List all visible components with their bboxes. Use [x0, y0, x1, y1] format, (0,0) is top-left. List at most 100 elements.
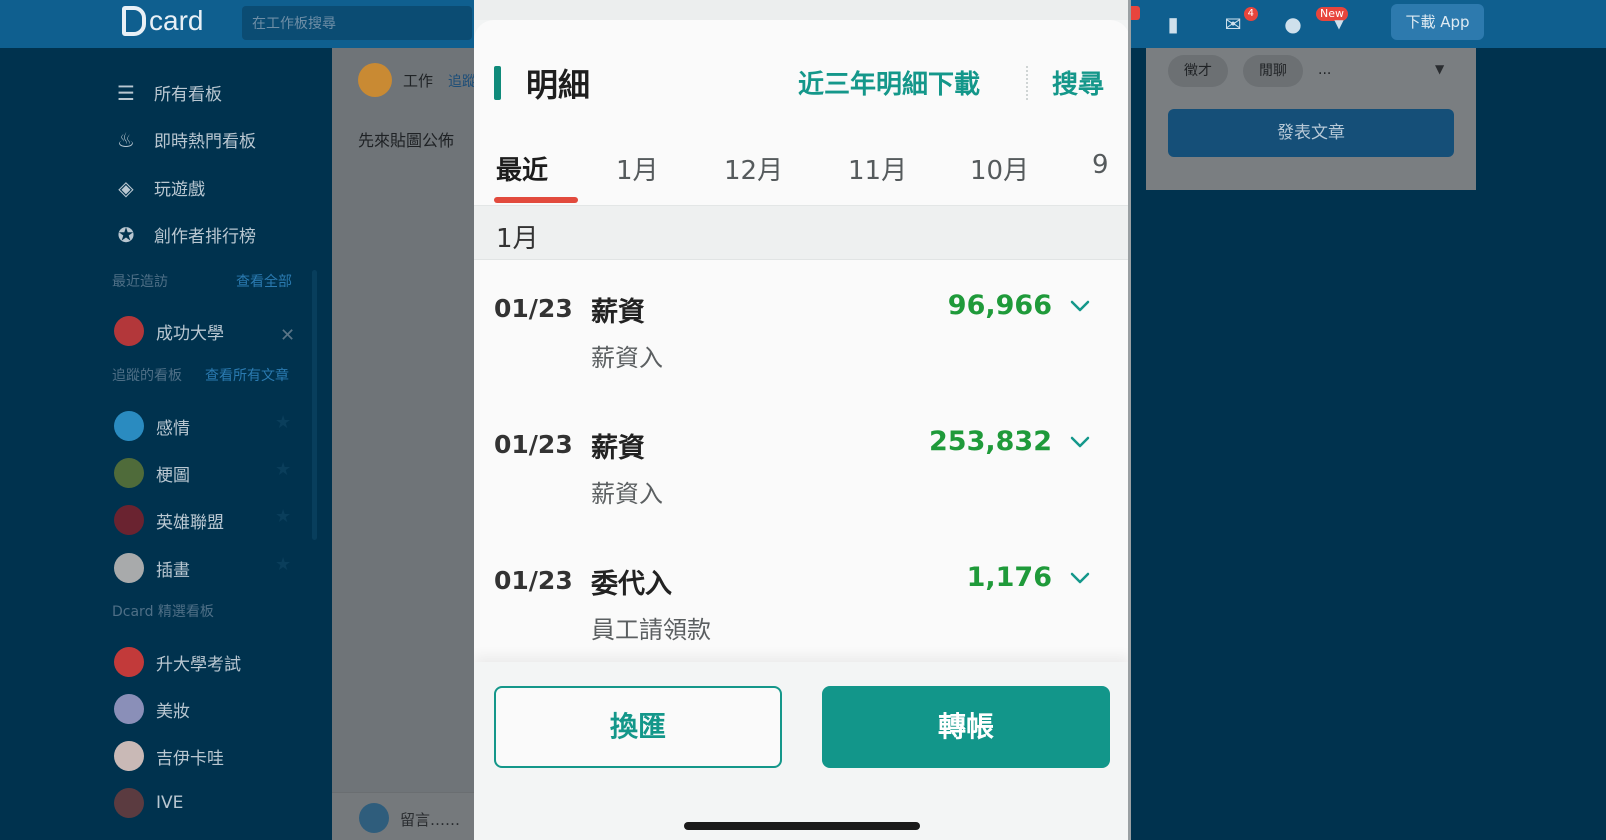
sidebar-item-college-exam[interactable]: 升大學考試	[114, 647, 241, 677]
tab-nov[interactable]: 11月	[848, 150, 907, 187]
board-avatar	[114, 741, 144, 771]
title-accent-bar	[494, 66, 501, 100]
home-indicator[interactable]	[684, 822, 920, 830]
sidebar-item-ncku[interactable]: 成功大學	[114, 316, 224, 346]
sidebar-item-games[interactable]: ◈ 玩遊戲	[114, 175, 205, 201]
transaction-subtitle: 員工請領款	[591, 616, 711, 644]
board-avatar	[114, 694, 144, 724]
follow-link[interactable]: 追蹤	[448, 71, 476, 91]
transaction-subtitle: 薪資入	[591, 344, 663, 372]
user-avatar	[359, 803, 389, 833]
board-avatar	[114, 505, 144, 535]
sidebar-item-creator-ranking[interactable]: ✪ 創作者排行榜	[114, 222, 256, 248]
transaction-row[interactable]: 01/23 薪資 薪資入 253,832	[474, 396, 1130, 534]
chevron-down-icon[interactable]: ▼	[1326, 13, 1352, 35]
transfer-button[interactable]: 轉帳	[822, 686, 1110, 768]
sidebar-item-all-boards[interactable]: ☰ 所有看板	[114, 80, 222, 106]
sidebar-item-label: 所有看板	[154, 85, 222, 105]
star-icon[interactable]: ★	[275, 554, 291, 575]
board-avatar	[114, 553, 144, 583]
post-board-name[interactable]: 工作	[403, 70, 433, 91]
board-avatar	[358, 63, 392, 97]
board-avatar	[114, 411, 144, 441]
transaction-amount: 253,832	[929, 426, 1052, 457]
transaction-date: 01/23	[494, 294, 573, 323]
tab-oct[interactable]: 10月	[970, 150, 1029, 187]
chevron-down-icon[interactable]	[1068, 294, 1092, 318]
sidebar-item-memes[interactable]: 梗圖	[114, 458, 190, 488]
transaction-subtitle: 薪資入	[591, 480, 663, 508]
board-avatar	[114, 458, 144, 488]
sidebar-item-label: 吉伊卡哇	[156, 748, 224, 769]
board-avatar	[114, 316, 144, 346]
transaction-title: 薪資	[591, 297, 645, 328]
sidebar-item-ive[interactable]: IVE	[114, 788, 183, 818]
sidebar-item-label: 玩遊戲	[154, 180, 205, 200]
tag-chip[interactable]: 閒聊	[1243, 55, 1303, 87]
chevron-down-icon[interactable]	[1068, 566, 1092, 590]
sidebar-item-label: 升大學考試	[156, 654, 241, 675]
recent-view-all-link[interactable]: 查看全部	[236, 271, 292, 291]
board-avatar	[114, 788, 144, 818]
search-link[interactable]: 搜尋	[1052, 64, 1104, 101]
transaction-amount: 96,966	[947, 290, 1052, 321]
sidebar-item-label: 梗圖	[156, 465, 190, 486]
cards-icon[interactable]: ▮	[1160, 13, 1186, 35]
month-group-header: 1月	[474, 206, 1130, 260]
tag-more[interactable]: ...	[1318, 62, 1331, 78]
transaction-row[interactable]: 01/23 委代入 員工請領款 1,176	[474, 532, 1130, 670]
tab-jan[interactable]: 1月	[616, 150, 659, 187]
download-app-button[interactable]: 下載 App	[1391, 4, 1484, 40]
tag-chip[interactable]: 徵才	[1168, 55, 1228, 87]
phone-edge	[1128, 0, 1131, 840]
sidebar-item-hot-boards[interactable]: ♨ 即時熱門看板	[114, 127, 256, 153]
sidebar-scrollbar[interactable]	[312, 270, 317, 540]
comment-input[interactable]: 留言……	[400, 809, 460, 830]
sidebar-item-label: 即時熱門看板	[154, 132, 256, 152]
sidebar-item-relationship[interactable]: 感情	[114, 411, 190, 441]
month-tabs: 最近 1月 12月 11月 10月 9	[474, 140, 1130, 206]
transaction-title: 委代入	[591, 569, 672, 600]
logo-text: card	[149, 5, 204, 36]
followed-section-title: 追蹤的看板	[112, 368, 182, 384]
search-input[interactable]: 在工作板搜尋	[242, 6, 472, 40]
gamepad-icon: ◈	[118, 175, 134, 200]
sidebar-item-label: 成功大學	[156, 323, 224, 344]
page-title: 明細	[526, 66, 591, 104]
sidebar-item-illustration[interactable]: 插畫	[114, 553, 190, 583]
list-icon: ☰	[117, 80, 135, 105]
transaction-amount: 1,176	[966, 562, 1052, 593]
active-tab-indicator	[494, 197, 578, 203]
star-icon[interactable]: ★	[275, 412, 291, 433]
sidebar-item-label: 創作者排行榜	[154, 227, 256, 247]
tab-recent[interactable]: 最近	[496, 150, 548, 187]
logo-d-icon	[122, 6, 146, 36]
transaction-date: 01/23	[494, 566, 573, 595]
board-avatar	[114, 647, 144, 677]
chevron-down-icon[interactable]: ▼	[1435, 62, 1444, 76]
phone-screenshot: 明細 近三年明細下載 搜尋 最近 1月 12月 11月 10月 9 1月 01/…	[474, 0, 1130, 840]
publish-post-button[interactable]: 發表文章	[1168, 109, 1454, 157]
sidebar-item-lol[interactable]: 英雄聯盟	[114, 505, 224, 535]
recent-section-title: 最近造訪	[112, 274, 168, 290]
star-icon[interactable]: ★	[275, 506, 291, 527]
sidebar-item-chiikawa[interactable]: 吉伊卡哇	[114, 741, 224, 771]
tab-dec[interactable]: 12月	[724, 150, 783, 187]
mail-badge: 4	[1243, 7, 1258, 21]
download-statements-link[interactable]: 近三年明細下載	[798, 64, 980, 101]
star-icon[interactable]: ★	[275, 459, 291, 480]
dcard-logo[interactable]: card	[122, 5, 203, 37]
followed-view-all-link[interactable]: 查看所有文章	[205, 365, 289, 385]
sidebar-item-label: 英雄聯盟	[156, 512, 224, 533]
exchange-button[interactable]: 換匯	[494, 686, 782, 768]
sidebar-item-makeup[interactable]: 美妝	[114, 694, 190, 724]
close-icon[interactable]: ✕	[280, 325, 295, 346]
tab-sep[interactable]: 9	[1092, 150, 1109, 180]
post-content-area	[332, 48, 474, 840]
mail-icon[interactable]: ✉ 4	[1220, 7, 1258, 35]
transaction-row[interactable]: 01/23 薪資 薪資入 96,966	[474, 260, 1130, 398]
chevron-down-icon[interactable]	[1068, 430, 1092, 454]
sidebar-item-label: 美妝	[156, 701, 190, 722]
user-icon[interactable]: ● New	[1280, 7, 1348, 35]
post-body-text: 先來貼圖公佈	[358, 131, 455, 150]
